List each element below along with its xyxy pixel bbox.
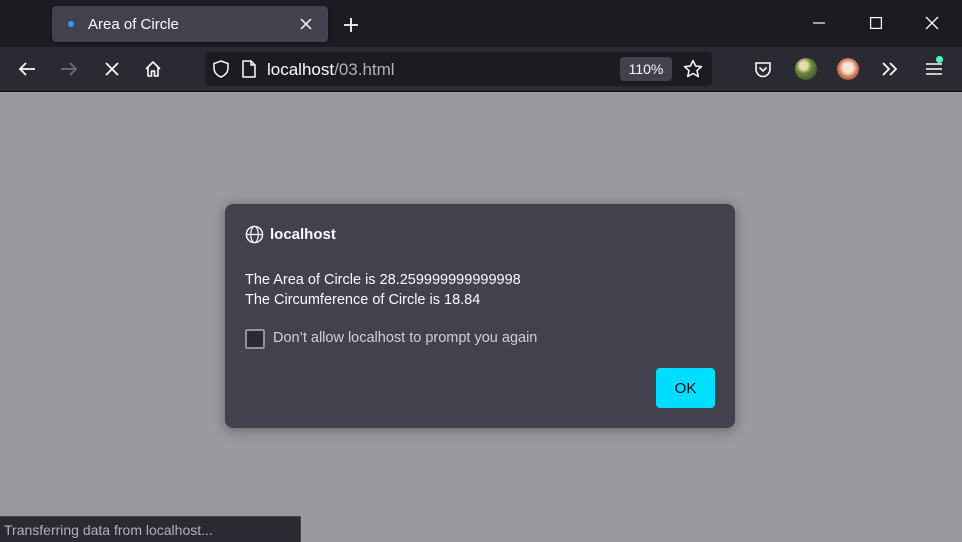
close-window-button[interactable] [917,8,947,38]
forward-arrow-icon [61,62,78,76]
maximize-button[interactable] [861,8,891,38]
navigation-toolbar: localhost/03.html 110% [0,47,962,92]
dialog-message-line: The Area of Circle is 28.259999999999998 [245,272,521,288]
shield-icon[interactable] [213,60,229,83]
star-icon [683,59,703,78]
back-arrow-icon [18,62,35,76]
app-menu-button[interactable] [918,53,950,85]
pocket-icon [755,61,771,77]
dont-allow-prompt-label[interactable]: Don’t allow localhost to prompt you agai… [273,330,537,346]
chevrons-right-icon [882,62,898,76]
minimize-button[interactable] [804,8,834,38]
home-button[interactable] [137,53,169,85]
dialog-message: The Area of Circle is 28.259999999999998… [245,270,521,310]
tab-area-of-circle[interactable]: Area of Circle [52,6,328,42]
status-text: Transferring data from localhost... [4,522,213,538]
stop-icon [105,62,119,76]
forward-button[interactable] [53,53,85,85]
new-tab-button[interactable] [338,12,364,38]
dialog-origin-label: localhost [270,226,336,243]
maximize-icon [870,17,882,29]
url-text[interactable]: localhost/03.html [267,60,395,80]
bookmark-star-button[interactable] [683,59,703,84]
prompt-dialog: localhost The Area of Circle is 28.25999… [225,204,735,428]
stop-button[interactable] [96,53,128,85]
overflow-menu-button[interactable] [874,53,906,85]
plus-icon [344,18,358,32]
dialog-message-line: The Circumference of Circle is 18.84 [245,292,481,308]
home-icon [145,61,161,77]
address-bar[interactable]: localhost/03.html 110% [205,52,712,86]
globe-icon [245,225,264,244]
tab-strip: Area of Circle [0,0,962,47]
update-notification-dot [936,56,943,63]
url-host: localhost [267,60,335,79]
page-icon[interactable] [242,60,256,83]
url-path: /03.html [334,60,395,79]
minimize-icon [813,22,825,24]
extension-avatar-face[interactable] [837,58,859,80]
hamburger-menu-icon [926,63,942,75]
close-icon [925,16,939,30]
ok-button[interactable]: OK [656,368,715,408]
dont-allow-prompt-checkbox[interactable] [245,329,265,349]
close-tab-icon[interactable] [296,14,316,34]
extension-avatar-landscape[interactable] [795,58,817,80]
dialog-origin: localhost [245,225,336,244]
back-button[interactable] [11,53,43,85]
zoom-level-badge[interactable]: 110% [620,57,672,81]
loading-indicator-icon [68,21,74,27]
pocket-button[interactable] [747,53,779,85]
status-panel: Transferring data from localhost... [0,516,301,542]
tab-title: Area of Circle [88,16,179,33]
